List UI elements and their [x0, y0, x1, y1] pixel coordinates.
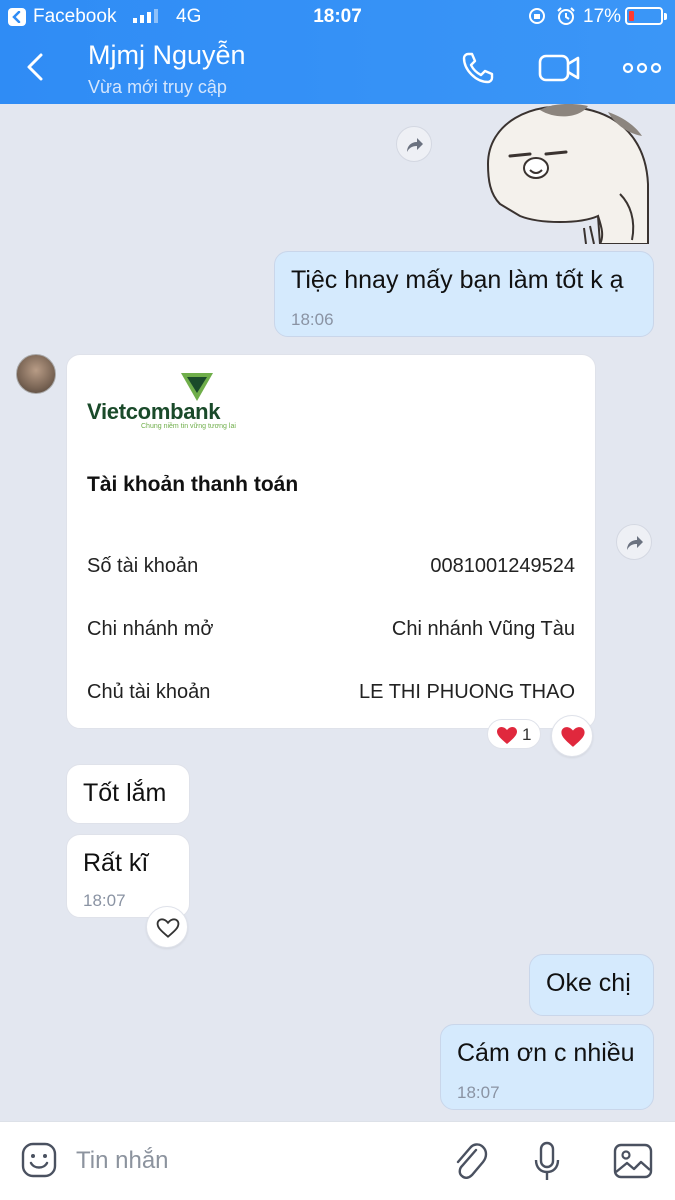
message-bubble-incoming[interactable]: Rất kĩ 18:07 — [66, 834, 190, 918]
alarm-icon — [557, 7, 575, 25]
message-text: Oke chị — [546, 969, 631, 997]
battery-icon — [625, 7, 667, 25]
forward-icon — [407, 138, 423, 152]
reaction-count: 1 — [522, 725, 532, 744]
reaction-summary[interactable]: 1 — [487, 719, 541, 749]
emoji-icon[interactable] — [20, 1141, 58, 1179]
message-bubble-outgoing[interactable]: Cám ơn c nhiều 18:07 — [440, 1024, 654, 1110]
more-icon[interactable] — [622, 60, 662, 76]
battery-percent: 17% — [583, 6, 622, 27]
cat-sticker[interactable] — [470, 104, 650, 244]
rotation-lock-icon — [529, 8, 545, 24]
message-bubble-outgoing[interactable]: Oke chị — [529, 954, 654, 1016]
message-time: 18:07 — [457, 1083, 500, 1102]
message-time: 18:07 — [83, 891, 126, 910]
message-time: 18:06 — [291, 310, 334, 329]
react-heart-button[interactable] — [551, 715, 593, 757]
avatar[interactable] — [16, 354, 56, 394]
branch-label: Chi nhánh mở — [87, 618, 214, 640]
video-call-icon[interactable] — [538, 52, 582, 84]
contact-status: Vừa mới truy cập — [88, 77, 227, 97]
heart-icon — [497, 727, 517, 744]
forward-button[interactable] — [616, 524, 652, 560]
message-text: Tiệc hnay mấy bạn làm tốt k ạ — [291, 266, 624, 294]
message-text: Rất kĩ — [83, 849, 149, 877]
message-text: Tốt lắm — [83, 779, 167, 807]
message-composer — [0, 1121, 675, 1200]
bank-account-card[interactable]: Vietcombank Chung niềm tin vững tương la… — [66, 354, 596, 729]
image-icon[interactable] — [612, 1142, 654, 1180]
message-input[interactable] — [76, 1144, 416, 1178]
message-bubble-outgoing[interactable]: Tiệc hnay mấy bạn làm tốt k ạ 18:06 — [274, 251, 654, 337]
forward-button[interactable] — [396, 126, 432, 162]
bank-tagline: Chung niềm tin vững tương lai — [141, 423, 236, 430]
message-bubble-incoming[interactable]: Tốt lắm — [66, 764, 190, 824]
attach-icon[interactable] — [452, 1140, 488, 1182]
account-number-label: Số tài khoản — [87, 555, 199, 577]
card-title: Tài khoản thanh toán — [87, 473, 299, 496]
account-holder-value: LE THI PHUONG THAO — [359, 681, 575, 703]
bank-name: Vietcombank — [87, 399, 221, 424]
account-holder-label: Chủ tài khoản — [87, 681, 211, 703]
account-number-value[interactable]: 0081001249524 — [430, 555, 575, 578]
message-text: Cám ơn c nhiều — [457, 1039, 635, 1067]
chat-header: Facebook 4G 18:07 17% Mjmj Nguyễn Vừa mớ… — [0, 0, 675, 104]
contact-name[interactable]: Mjmj Nguyễn — [88, 40, 246, 71]
forward-icon — [627, 536, 643, 550]
heart-outline-icon — [156, 918, 180, 938]
chat-messages[interactable]: Tiệc hnay mấy bạn làm tốt k ạ 18:06 Viet… — [0, 104, 675, 1121]
mic-icon[interactable] — [532, 1140, 562, 1182]
phone-icon[interactable] — [460, 50, 496, 86]
back-arrow-icon[interactable] — [22, 52, 48, 82]
status-bar: Facebook 4G 18:07 17% — [0, 0, 675, 34]
react-heart-button[interactable] — [146, 906, 188, 948]
branch-value: Chi nhánh Vũng Tàu — [391, 618, 575, 640]
battery-fill — [629, 11, 634, 21]
heart-icon — [561, 727, 585, 747]
